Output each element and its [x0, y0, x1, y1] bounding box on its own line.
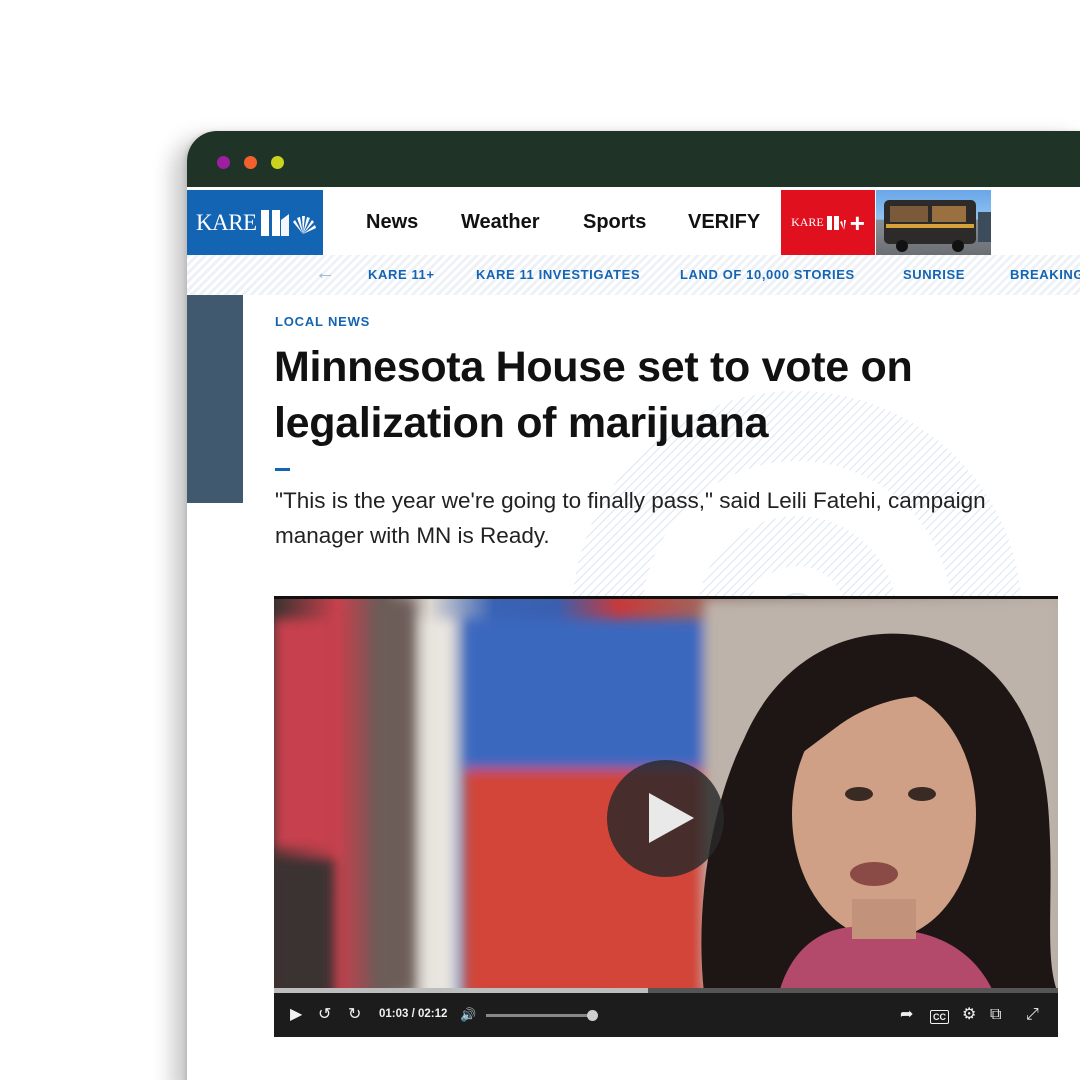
share-icon[interactable]: ➦	[900, 1006, 913, 1024]
video-frame[interactable]	[274, 596, 1058, 993]
subnav-item-sunrise[interactable]: SUNRISE	[903, 267, 965, 282]
side-accent-block	[187, 295, 243, 503]
logo-11-peacock-icon	[259, 206, 321, 240]
browser-window: KARE News Weather Sports VERIFY KARE + ←…	[187, 131, 1080, 1080]
subnav-item-kare11-plus[interactable]: KARE 11+	[368, 267, 435, 282]
picture-in-picture-icon[interactable]: ⧉	[990, 1006, 1001, 1024]
subnav-item-kare11-investigates[interactable]: KARE 11 INVESTIGATES	[476, 267, 640, 282]
promo-11-icon	[826, 215, 846, 230]
kare11-logo[interactable]: KARE	[187, 190, 323, 255]
minimize-dot[interactable]	[244, 156, 257, 169]
logo-text: KARE	[196, 209, 257, 235]
nav-news[interactable]: News	[366, 211, 418, 234]
closed-captions-icon[interactable]: CC	[930, 1007, 949, 1025]
forward-icon[interactable]: ↻	[348, 1006, 361, 1024]
volume-slider-knob[interactable]	[586, 1010, 598, 1021]
time-readout: 01:03 / 02:12	[379, 1008, 448, 1020]
fullscreen-icon[interactable]: ⤢	[1026, 1006, 1039, 1024]
nav-weather[interactable]: Weather	[461, 211, 540, 234]
promo-logo-text: KARE	[791, 215, 824, 229]
site-header: KARE News Weather Sports VERIFY KARE +	[187, 190, 1080, 255]
promo-plus-icon: +	[849, 207, 865, 238]
nav-verify[interactable]: VERIFY	[688, 211, 760, 234]
maximize-dot[interactable]	[271, 156, 284, 169]
screenshot-stage: KARE News Weather Sports VERIFY KARE + ←…	[0, 0, 1080, 1080]
article-summary: "This is the year we're going to finally…	[275, 488, 986, 548]
nav-sports[interactable]: Sports	[583, 211, 646, 234]
subnav-item-land-of-10000-stories[interactable]: LAND OF 10,000 STORIES	[680, 267, 855, 282]
cc-label: CC	[930, 1010, 949, 1024]
kare11-plus-promo-button[interactable]: KARE +	[781, 190, 875, 255]
settings-gear-icon[interactable]: ⚙	[962, 1006, 976, 1024]
video-controls-bar: ▶ ↺ ↻ 01:03 / 02:12 🔊 ➦ CC ⚙ ⧉ ⤢	[274, 993, 1058, 1037]
article-headline: Minnesota House set to vote on legalizat…	[274, 343, 913, 447]
play-overlay-button[interactable]	[607, 760, 724, 877]
taco-truck-thumbnail[interactable]	[876, 190, 991, 255]
headline-accent-rule	[275, 468, 290, 471]
play-icon[interactable]: ▶	[290, 1006, 302, 1024]
play-triangle-icon	[649, 793, 694, 843]
arrow-left-icon[interactable]: ←	[315, 262, 335, 285]
subnav-item-breaking[interactable]: BREAKING	[1010, 267, 1080, 282]
video-player[interactable]: ▶ ↺ ↻ 01:03 / 02:12 🔊 ➦ CC ⚙ ⧉ ⤢	[274, 596, 1058, 1037]
rewind-icon[interactable]: ↺	[318, 1006, 331, 1024]
section-subnav: ← KARE 11+ KARE 11 INVESTIGATES LAND OF …	[187, 255, 1080, 295]
close-dot[interactable]	[217, 156, 230, 169]
article-category[interactable]: LOCAL NEWS	[275, 314, 370, 329]
browser-titlebar	[187, 131, 1080, 187]
volume-icon[interactable]: 🔊	[460, 1006, 476, 1024]
volume-slider[interactable]	[486, 1010, 598, 1021]
